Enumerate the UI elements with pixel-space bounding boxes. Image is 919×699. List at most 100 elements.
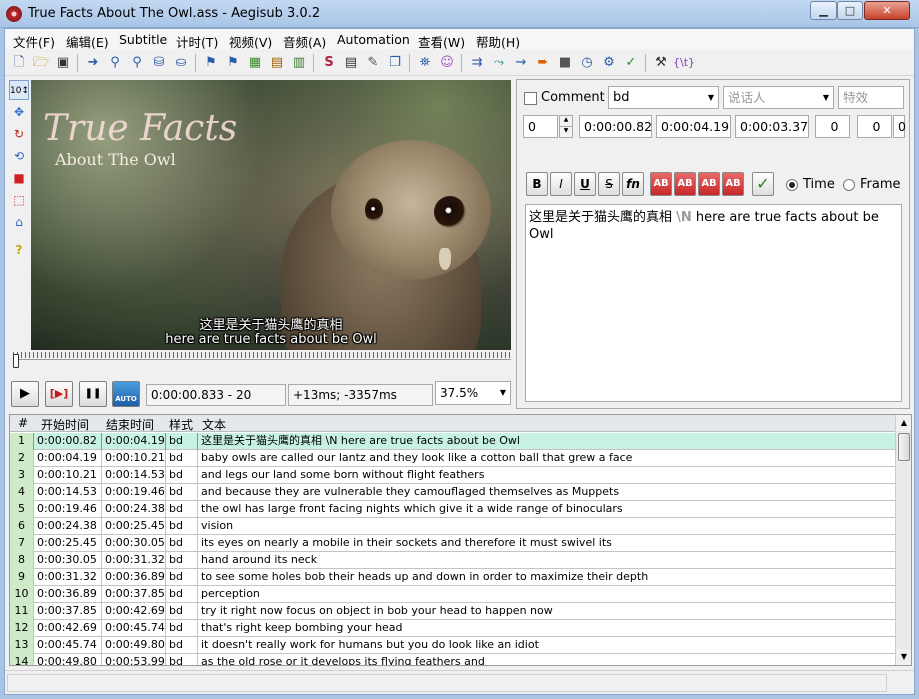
rotate-xy-icon[interactable]: ⟲ [9, 146, 29, 166]
select-icon[interactable]: ■ [555, 53, 575, 73]
play-line-button[interactable]: [▶] [45, 381, 73, 407]
seek-thumb[interactable] [13, 354, 19, 368]
vector-clip-icon[interactable]: ⌂ [9, 212, 29, 232]
translation-icon[interactable]: ⛯ [415, 53, 435, 73]
save-icon[interactable]: ▣ [53, 53, 73, 73]
keyframes-icon[interactable]: ▦ [245, 53, 265, 73]
font-button[interactable]: fn [622, 172, 644, 196]
properties-icon[interactable]: ▤ [341, 53, 361, 73]
new-file-icon[interactable]: 🗋 [9, 53, 29, 73]
comment-checkbox[interactable] [524, 92, 537, 105]
menu-help[interactable]: 帮助(H) [476, 32, 520, 51]
zoom-in-icon[interactable]: ⚲ [105, 53, 125, 73]
open-file-icon[interactable]: 🗁 [31, 53, 51, 73]
jump-to-icon[interactable]: ➜ [83, 53, 103, 73]
table-row[interactable]: 1 0:00:00.82 0:00:04.19 bd 这里是关于猫头鹰的真相 \N he… [10, 433, 895, 450]
primary-color-button[interactable]: AB [650, 172, 672, 196]
grid-scrollbar[interactable]: ▲ ▼ [895, 415, 911, 665]
style-select[interactable]: bd ▼ [608, 86, 719, 109]
menu-subtitle[interactable]: Subtitle [119, 32, 167, 47]
bold-button[interactable]: B [526, 172, 548, 196]
fonts-icon[interactable]: ❐ [385, 53, 405, 73]
spell-icon[interactable]: ⇉ [467, 53, 487, 73]
zoom-out-icon[interactable]: ⚲ [127, 53, 147, 73]
tag-icon[interactable]: {\t} [673, 53, 695, 73]
table-row[interactable]: 6 0:00:24.38 0:00:25.45 bd vision [10, 518, 895, 535]
standard-cursor-icon[interactable]: 10↕ [9, 80, 29, 100]
table-row[interactable]: 13 0:00:45.74 0:00:49.80 bd it doesn't reall… [10, 637, 895, 654]
effect-field[interactable]: 特效 [838, 86, 904, 109]
check-icon[interactable]: ✓ [621, 53, 641, 73]
menu-video[interactable]: 视频(V) [229, 32, 272, 51]
menu-edit[interactable]: 编辑(E) [66, 32, 109, 51]
strikeout-button[interactable]: S [598, 172, 620, 196]
bookmark-red-icon[interactable]: ⚑ [223, 53, 243, 73]
bookmark-blue-icon[interactable]: ⚑ [201, 53, 221, 73]
margin-left-field[interactable]: 0 [815, 115, 850, 138]
styles-icon[interactable]: S [319, 53, 339, 73]
margin-vertical-field[interactable]: 0 [893, 115, 906, 138]
menu-audio[interactable]: 音频(A) [283, 32, 326, 51]
scale-icon[interactable]: ■ [9, 168, 29, 188]
attachments-icon[interactable]: ✎ [363, 53, 383, 73]
maximize-button[interactable]: □ [837, 1, 863, 20]
menu-automation[interactable]: Automation [337, 32, 410, 47]
scroll-thumb[interactable] [898, 433, 910, 461]
subtitle-text-editor[interactable]: 这里是关于猫头鹰的真相 \N here are true facts about… [525, 204, 902, 402]
commit-button[interactable]: ✓ [752, 172, 774, 196]
video-time-frame[interactable]: 0:00:00.833 - 20 [146, 384, 286, 406]
table-row[interactable]: 12 0:00:42.69 0:00:45.74 bd that's right kee… [10, 620, 895, 637]
shadow-color-button[interactable]: AB [722, 172, 744, 196]
table-row[interactable]: 7 0:00:25.45 0:00:30.05 bd its eyes on nearl… [10, 535, 895, 552]
tools-icon[interactable]: ⚒ [651, 53, 671, 73]
scroll-down-arrow[interactable]: ▼ [896, 649, 911, 665]
italic-button[interactable]: I [550, 172, 572, 196]
frame-radio[interactable] [843, 179, 855, 191]
outline-color-button[interactable]: AB [698, 172, 720, 196]
help-icon[interactable]: ? [9, 240, 29, 260]
margin-right-field[interactable]: 0 [857, 115, 892, 138]
stop-button[interactable]: ❚❚ [79, 381, 107, 407]
automation-icon[interactable]: ➨ [533, 53, 553, 73]
jump-video-icon[interactable]: ⛁ [149, 53, 169, 73]
frames-icon[interactable]: ▤ [267, 53, 287, 73]
table-row[interactable]: 14 0:00:49.80 0:00:53.99 bd as the old rose … [10, 654, 895, 665]
start-time-field[interactable]: 0:00:00.82 [579, 115, 652, 138]
layer-field[interactable]: 0 [523, 115, 558, 138]
shift-icon[interactable]: ▥ [289, 53, 309, 73]
table-row[interactable]: 2 0:00:04.19 0:00:10.21 bd baby owls are cal… [10, 450, 895, 467]
scroll-up-arrow[interactable]: ▲ [896, 415, 911, 431]
table-row[interactable]: 10 0:00:36.89 0:00:37.85 bd perception [10, 586, 895, 603]
table-row[interactable]: 11 0:00:37.85 0:00:42.69 bd try it right now… [10, 603, 895, 620]
table-row[interactable]: 9 0:00:31.32 0:00:36.89 bd to see some holes… [10, 569, 895, 586]
auto-scroll-toggle[interactable]: AUTO [112, 381, 140, 407]
close-button[interactable]: ✕ [864, 1, 910, 20]
table-row[interactable]: 4 0:00:14.53 0:00:19.46 bd and because they … [10, 484, 895, 501]
menu-file[interactable]: 文件(F) [13, 32, 55, 51]
rotate-z-icon[interactable]: ↻ [9, 124, 29, 144]
secondary-color-button[interactable]: AB [674, 172, 696, 196]
menu-timing[interactable]: 计时(T) [176, 32, 218, 51]
time-radio[interactable] [786, 179, 798, 191]
underline-button[interactable]: U [574, 172, 596, 196]
table-row[interactable]: 5 0:00:19.46 0:00:24.38 bd the owl has large… [10, 501, 895, 518]
menu-view[interactable]: 查看(W) [418, 32, 465, 51]
video-display[interactable]: True Facts About The Owl 这里是关于猫头鹰的真相 her… [31, 80, 511, 350]
timing-icon[interactable]: ⤳ [489, 53, 509, 73]
video-seek-slider[interactable] [13, 352, 511, 368]
clock-icon[interactable]: ◷ [577, 53, 597, 73]
subtitle-grid[interactable]: # 开始时间 结束时间 样式 文本 1 0:00:00.82 0:00:04.19 b… [9, 414, 912, 666]
clip-icon[interactable]: ⬚ [9, 190, 29, 210]
play-button[interactable]: ▶ [11, 381, 39, 407]
minimize-button[interactable]: ▁ [810, 1, 837, 20]
drag-icon[interactable]: ✥ [9, 102, 29, 122]
video-zoom-select[interactable]: 37.5% ▼ [435, 381, 511, 405]
table-row[interactable]: 8 0:00:30.05 0:00:31.32 bd hand around its n… [10, 552, 895, 569]
snap-icon[interactable]: ⛀ [171, 53, 191, 73]
actor-combo[interactable]: 说话人 ▼ [723, 86, 834, 109]
layer-spin-down[interactable]: ▼ [559, 126, 573, 138]
table-row[interactable]: 3 0:00:10.21 0:00:14.53 bd and legs our land… [10, 467, 895, 484]
kanji-icon[interactable]: ⇝ [511, 53, 531, 73]
tools-settings-icon[interactable]: ⚙ [599, 53, 619, 73]
duration-field[interactable]: 0:00:03.37 [735, 115, 809, 138]
